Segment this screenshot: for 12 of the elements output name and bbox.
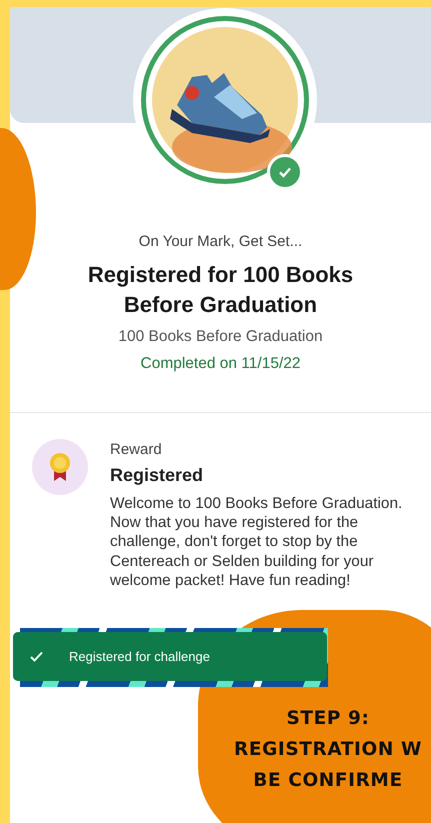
reward-label: Reward — [110, 441, 163, 458]
completion-date: Completed on 11/15/22 — [140, 355, 300, 373]
callout-text: REGISTRATION W — [234, 738, 422, 762]
reward-description: Welcome to 100 Books Before Graduation. Now that you have registered for the challenge, don't forget to stop by the Centereach or Selden building for your welcome packet! Have fun reading! — [110, 494, 404, 590]
toast-message: Registered for challenge — [69, 649, 210, 664]
callout-text: STEP 9: — [286, 707, 370, 731]
badge-title: Registered for 100 Books Before Graduation — [86, 261, 354, 319]
check-icon — [30, 651, 43, 662]
reward-title: Registered — [110, 465, 204, 486]
badge-subtitle: On Your Mark, Get Set... — [138, 233, 302, 250]
callout-text: BE CONFIRME — [253, 769, 403, 793]
challenge-name: 100 Books Before Graduation — [118, 328, 323, 346]
